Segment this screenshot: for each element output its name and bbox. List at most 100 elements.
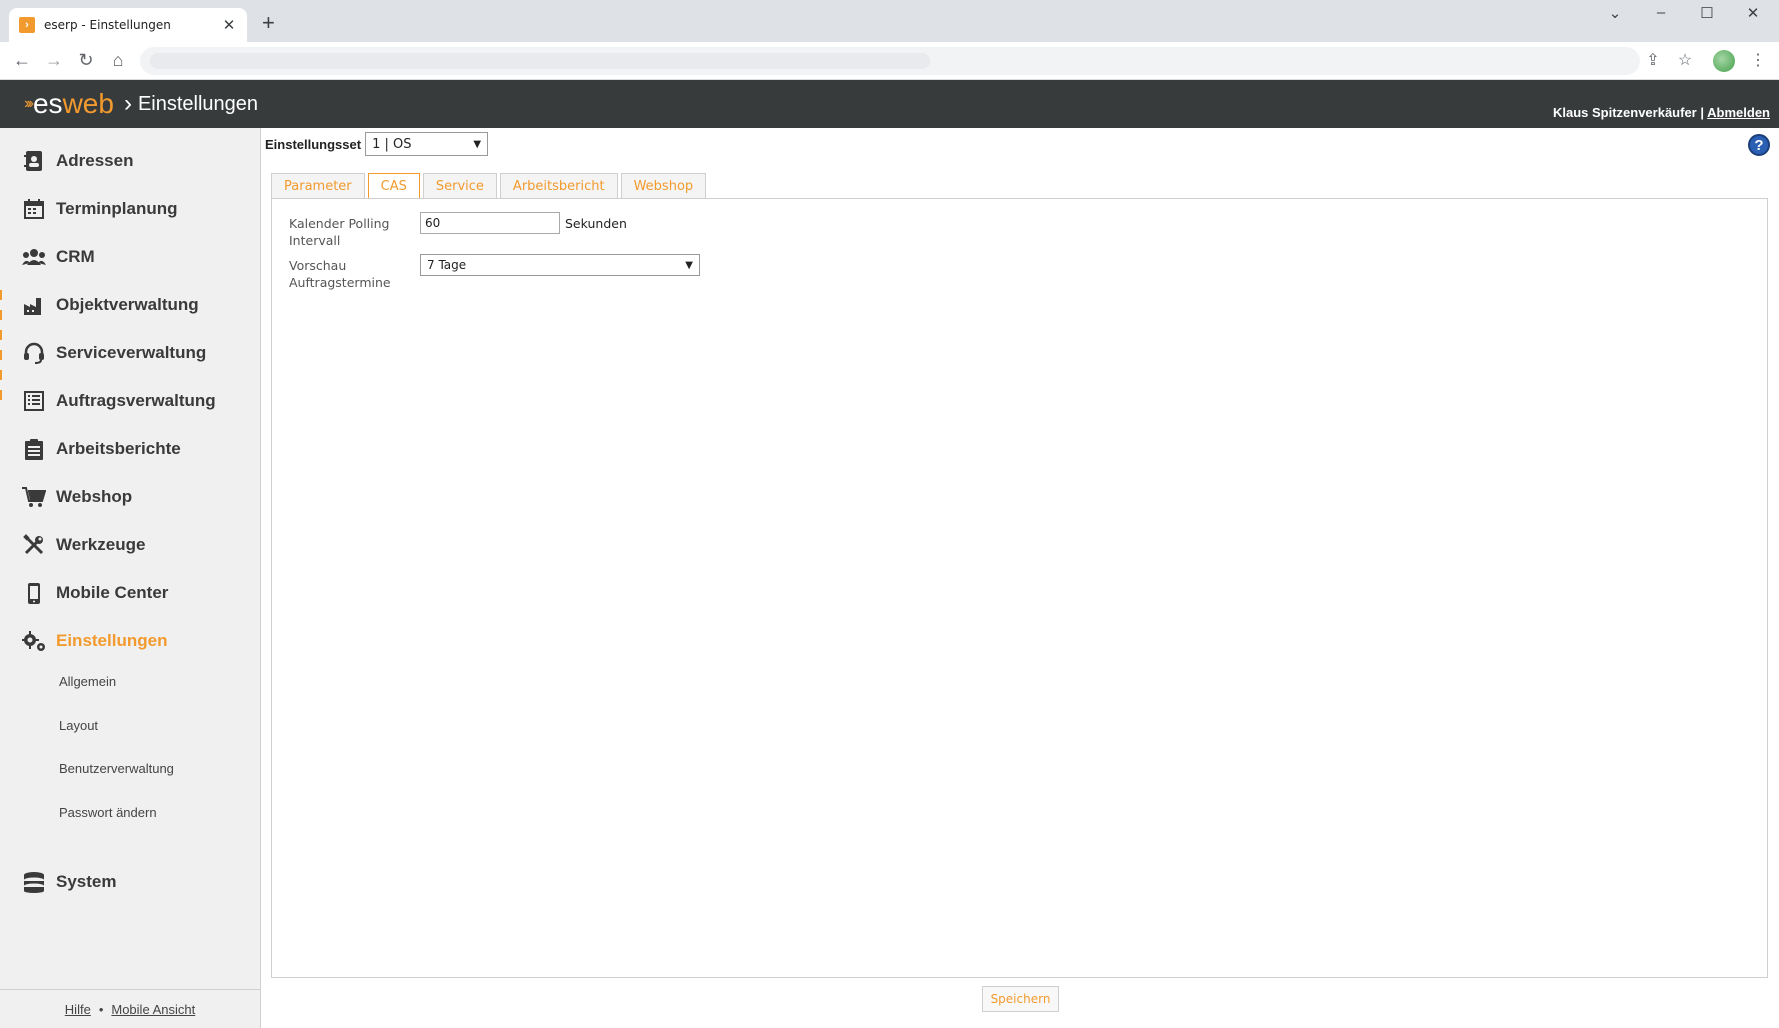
chevron-down-icon: ▼: [473, 138, 482, 150]
bookmark-star-icon[interactable]: ☆: [1674, 50, 1696, 70]
list-icon: [22, 389, 46, 413]
forward-icon[interactable]: →: [42, 48, 66, 72]
sidebar-item-objektverwaltung[interactable]: Objektverwaltung: [0, 285, 260, 325]
window-close-icon[interactable]: ✕: [1730, 4, 1776, 22]
sidebar-item-label: Terminplanung: [56, 199, 178, 218]
sidebar-item-auftragsverwaltung[interactable]: Auftragsverwaltung: [0, 381, 260, 421]
preview-label-line1: Vorschau: [289, 258, 347, 273]
mobile-view-link[interactable]: Mobile Ansicht: [111, 1002, 195, 1017]
help-button[interactable]: ?: [1748, 134, 1770, 156]
sidebar-item-crm[interactable]: CRM: [0, 237, 260, 277]
new-tab-button[interactable]: +: [262, 12, 275, 34]
app-favicon-icon: ›: [19, 17, 35, 33]
maximize-icon[interactable]: ☐: [1684, 4, 1730, 22]
clipboard-icon: [22, 437, 46, 461]
tab-parameter[interactable]: Parameter: [271, 173, 365, 198]
polling-interval-input[interactable]: 60: [420, 212, 560, 234]
sidebar-subitem-benutzerverwaltung[interactable]: Benutzerverwaltung: [59, 761, 174, 776]
settings-set-value: 1 | OS: [372, 136, 412, 152]
sidebar-subitem-passwort[interactable]: Passwort ändern: [59, 805, 157, 820]
user-name: Klaus Spitzenverkäufer: [1552, 105, 1697, 120]
tools-icon: [22, 533, 46, 557]
sidebar-item-mobile-center[interactable]: Mobile Center: [0, 573, 260, 613]
sidebar-item-label: System: [56, 872, 117, 891]
tab-service[interactable]: Service: [422, 173, 497, 198]
browser-menu-icon[interactable]: ⋮: [1747, 50, 1769, 70]
app-header: ››› es web › Einstellungen Klaus Spitzenv…: [0, 80, 1779, 128]
sidebar-item-werkzeuge[interactable]: Werkzeuge: [0, 525, 260, 565]
reload-icon[interactable]: ↻: [74, 48, 98, 72]
logo-web: web: [62, 88, 114, 119]
sidebar-item-label: Arbeitsberichte: [56, 439, 181, 458]
polling-label-line2: Intervall: [289, 233, 341, 248]
preview-select[interactable]: 7 Tage ▼: [420, 254, 700, 276]
sidebar-item-arbeitsberichte[interactable]: Arbeitsberichte: [0, 429, 260, 469]
tab-webshop[interactable]: Webshop: [620, 173, 707, 198]
sidebar-footer: Hilfe • Mobile Ansicht: [0, 989, 260, 1028]
sidebar-item-label: Einstellungen: [56, 631, 168, 650]
sidebar-item-label: CRM: [56, 247, 95, 266]
sidebar-item-label: Auftragsverwaltung: [56, 391, 216, 410]
sidebar: Adressen Terminplanung CRM Objektverwalt…: [0, 128, 261, 1028]
sidebar-subitem-allgemein[interactable]: Allgemein: [59, 674, 116, 689]
logo-arrows-icon: ›››: [24, 95, 34, 112]
app-logo[interactable]: ››› es web › Einstellungen: [24, 88, 258, 120]
sidebar-item-label: Webshop: [56, 487, 133, 506]
sidebar-item-adressen[interactable]: Adressen: [0, 141, 260, 181]
users-icon: [22, 245, 46, 269]
polling-unit: Sekunden: [565, 216, 627, 231]
tab-panel: Kalender Polling Intervall 60 Sekunden V…: [271, 198, 1768, 978]
mobile-icon: [22, 581, 46, 605]
sidebar-item-label: Objektverwaltung: [56, 295, 199, 314]
sidebar-item-label: Adressen: [56, 151, 134, 170]
back-icon[interactable]: ←: [10, 48, 34, 72]
tab-cas[interactable]: CAS: [367, 173, 420, 199]
tab-search-icon[interactable]: ⌄: [1592, 4, 1638, 22]
browser-toolbar: ← → ↻ ⌂ ⇪ ☆ ⋮: [0, 42, 1779, 80]
logo-es: es: [32, 88, 63, 119]
user-separator: |: [1700, 105, 1705, 120]
calendar-icon: [22, 197, 46, 221]
browser-tab[interactable]: › eserp - Einstellungen ✕: [9, 8, 247, 42]
logout-link[interactable]: Abmelden: [1707, 105, 1770, 120]
sidebar-item-label: Serviceverwaltung: [56, 343, 207, 362]
save-button[interactable]: Speichern: [982, 986, 1059, 1012]
sidebar-item-label: Mobile Center: [56, 583, 169, 602]
settings-set-label: Einstellungsset: [265, 136, 362, 152]
gears-icon: [22, 629, 46, 653]
preview-label-line2: Auftragstermine: [289, 275, 391, 290]
profile-avatar[interactable]: [1713, 50, 1735, 72]
breadcrumb-separator-icon: ›: [123, 90, 132, 117]
help-link[interactable]: Hilfe: [65, 1002, 91, 1017]
database-icon: [22, 870, 46, 894]
settings-tabs: Parameter CAS Service Arbeitsbericht Web…: [271, 173, 709, 199]
polling-label: Kalender Polling Intervall: [289, 215, 389, 249]
main-content: Einstellungsset 1 | OS ▼ ? Parameter CAS…: [262, 128, 1779, 1028]
address-bar[interactable]: [140, 47, 1640, 75]
close-tab-icon[interactable]: ✕: [221, 16, 237, 34]
sidebar-item-label: Werkzeuge: [56, 535, 146, 554]
footer-dot: •: [98, 1001, 104, 1017]
tab-arbeitsbericht[interactable]: Arbeitsbericht: [499, 173, 618, 198]
sidebar-item-serviceverwaltung[interactable]: Serviceverwaltung: [0, 333, 260, 373]
address-bar-url: [150, 53, 930, 69]
share-icon[interactable]: ⇪: [1642, 50, 1664, 70]
address-book-icon: [22, 149, 46, 173]
polling-label-line1: Kalender Polling: [289, 216, 390, 231]
sidebar-item-terminplanung[interactable]: Terminplanung: [0, 189, 260, 229]
browser-tab-title: eserp - Einstellungen: [44, 18, 171, 32]
sidebar-item-system[interactable]: System: [0, 862, 260, 902]
browser-tab-bar: › eserp - Einstellungen ✕ + ⌄ – ☐ ✕: [0, 0, 1779, 42]
user-info: Klaus Spitzenverkäufer | Abmelden: [1553, 105, 1770, 120]
home-icon[interactable]: ⌂: [106, 48, 130, 72]
sidebar-item-webshop[interactable]: Webshop: [0, 477, 260, 517]
sidebar-subitem-layout[interactable]: Layout: [59, 718, 98, 733]
settings-set-row: Einstellungsset 1 | OS ▼: [265, 132, 489, 156]
factory-icon: [22, 293, 46, 317]
minimize-icon[interactable]: –: [1638, 4, 1684, 21]
cart-icon: [22, 485, 46, 509]
chevron-down-icon: ▼: [685, 259, 693, 271]
preview-label: Vorschau Auftragstermine: [289, 257, 391, 291]
sidebar-item-einstellungen[interactable]: Einstellungen: [0, 621, 260, 661]
settings-set-select[interactable]: 1 | OS ▼: [365, 132, 489, 156]
